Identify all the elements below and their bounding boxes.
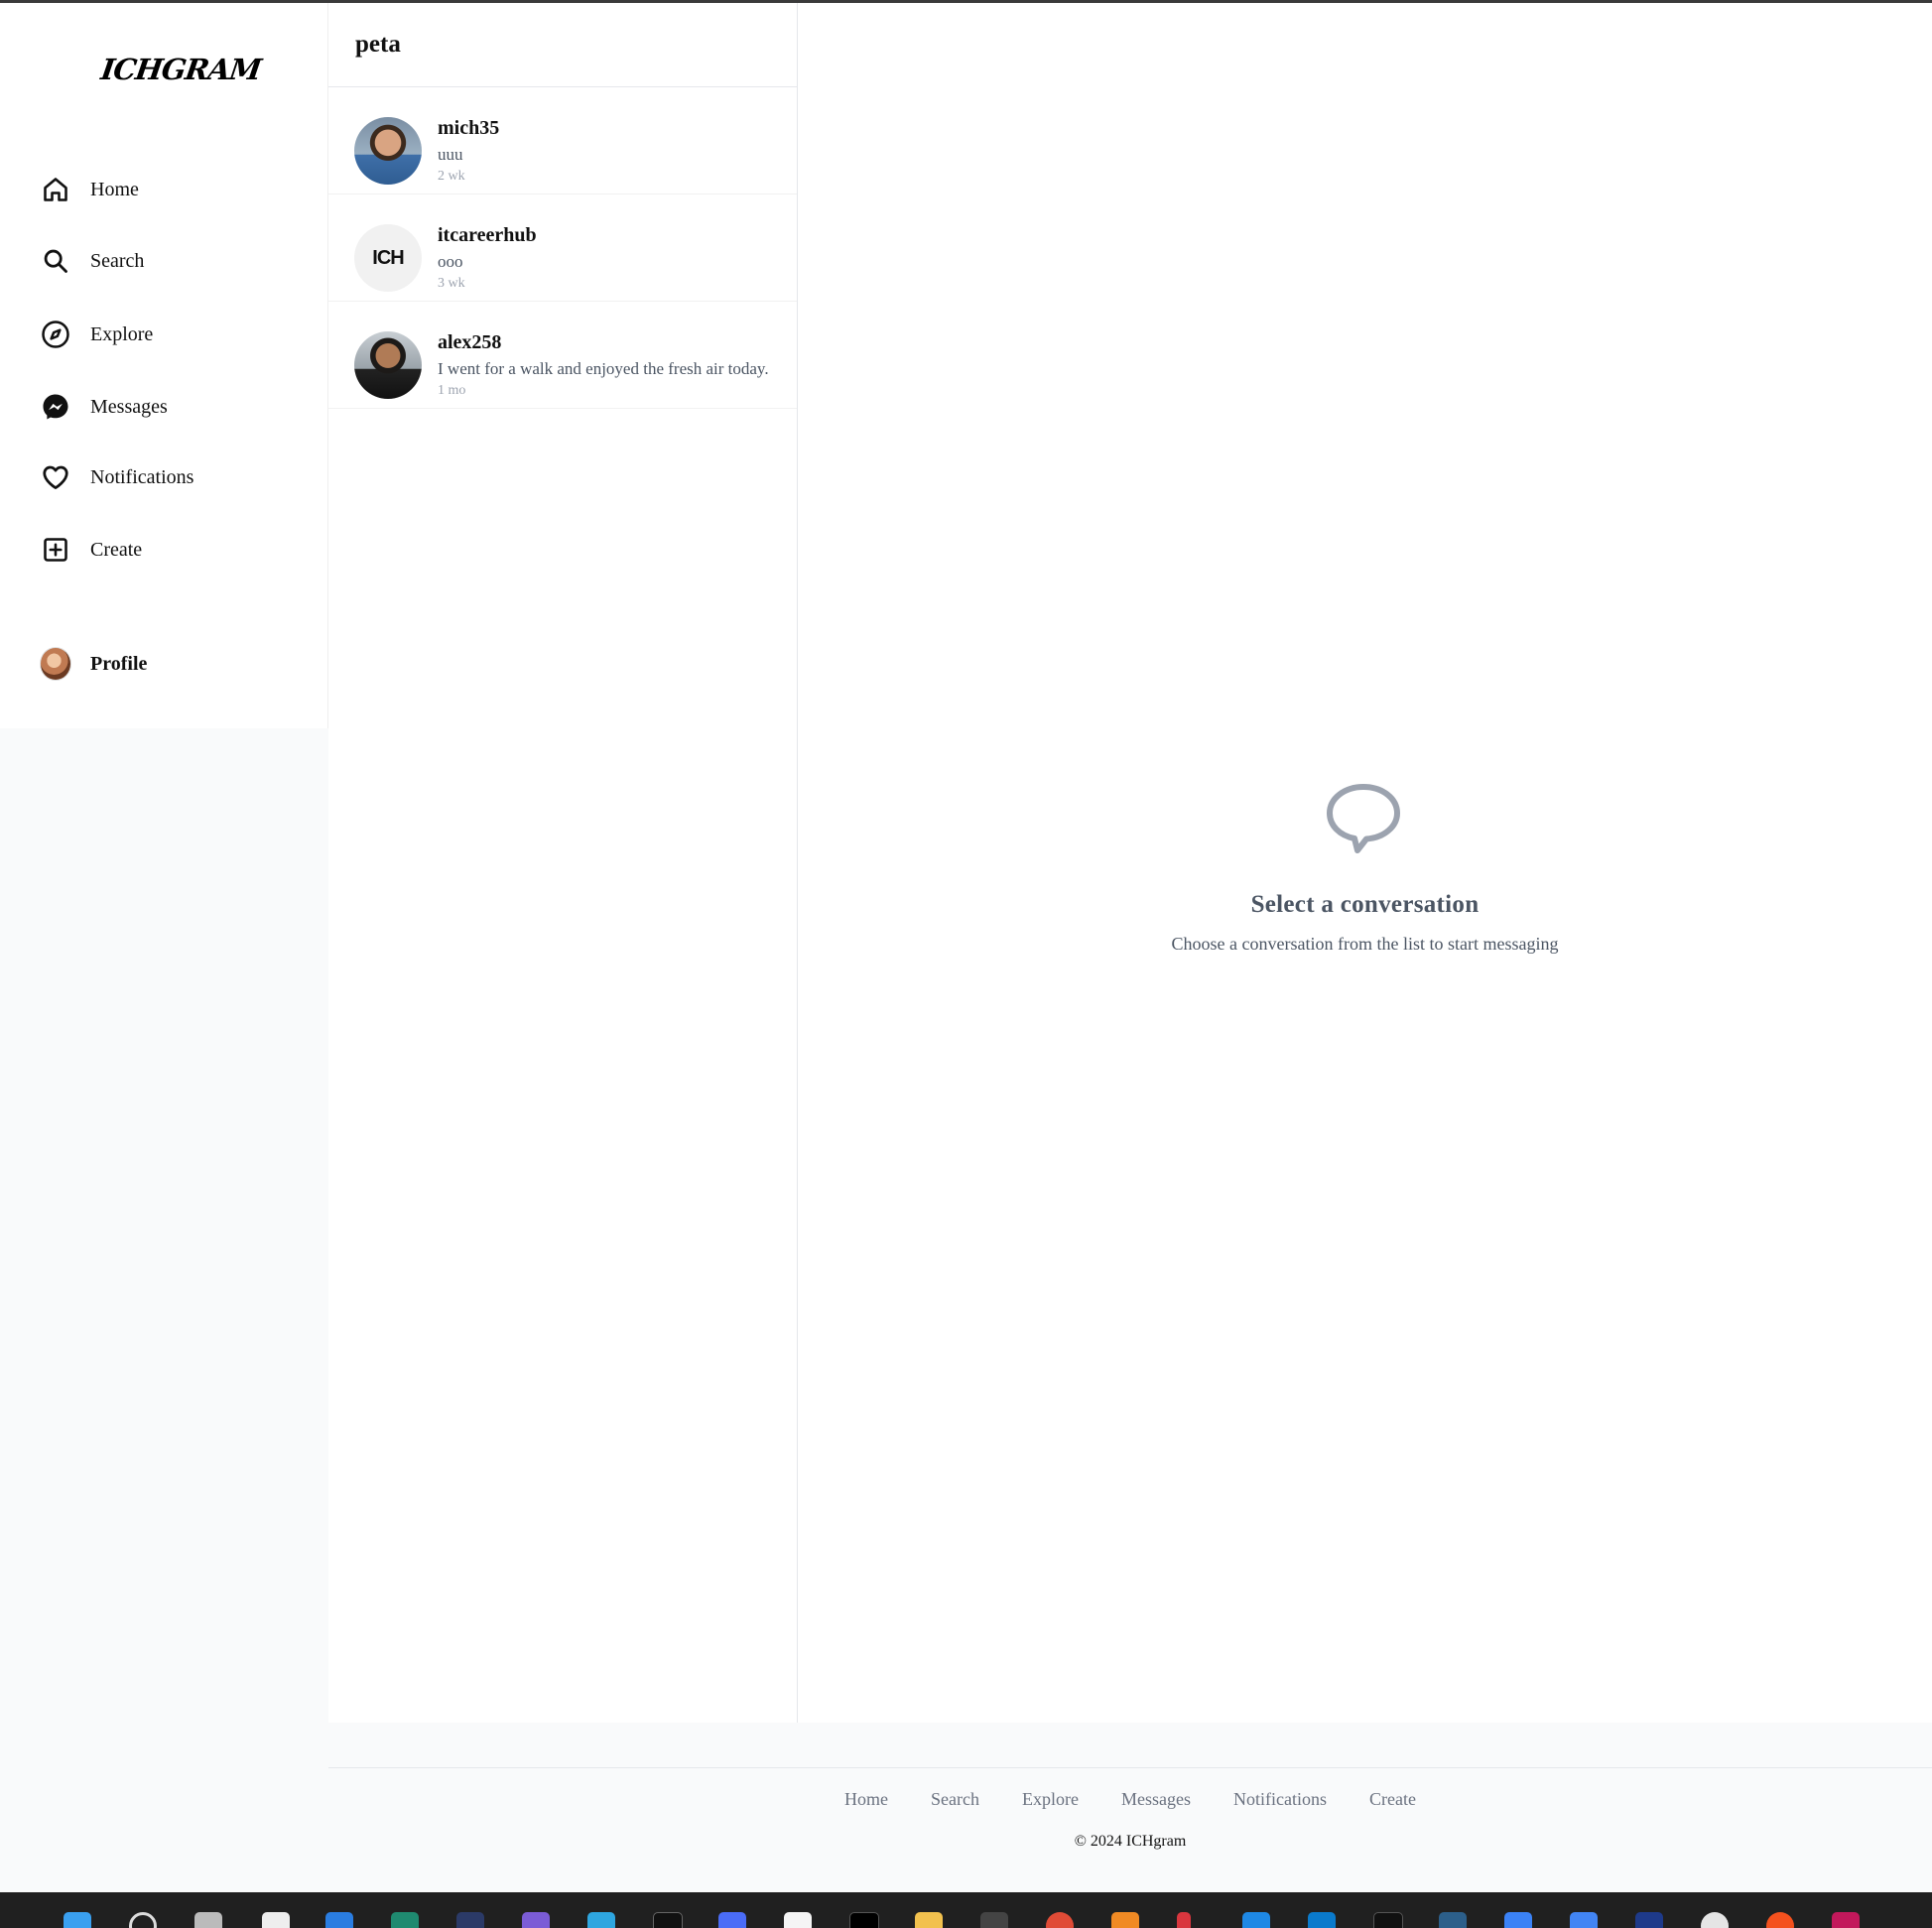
sidebar: ICHGRAM Home Search Explore Messages Not… — [0, 3, 328, 728]
avatar: ICH — [354, 224, 422, 292]
sidebar-item-search[interactable]: Search — [40, 241, 144, 281]
taskbar-app-icon[interactable] — [456, 1912, 484, 1928]
copyright: © 2024 ICHgram — [1074, 1833, 1187, 1850]
taskbar-app-icon[interactable] — [784, 1912, 812, 1928]
conversation-list-panel: peta mich35 uuu 2 wk ICH itcareerhub ooo… — [328, 3, 798, 1723]
compass-icon — [40, 319, 71, 350]
conversation-item-mich35[interactable]: mich35 uuu 2 wk — [328, 87, 797, 194]
footer-link-explore[interactable]: Explore — [1022, 1789, 1079, 1810]
sidebar-item-label: Create — [90, 538, 143, 561]
sidebar-item-label: Profile — [90, 652, 148, 675]
avatar — [354, 117, 422, 185]
conversation-name: itcareerhub — [438, 224, 537, 246]
taskbar-app-icon[interactable] — [653, 1912, 683, 1928]
taskbar-app-icon[interactable] — [325, 1912, 353, 1928]
taskbar-app-icon[interactable] — [1635, 1912, 1663, 1928]
taskbar-app-icon[interactable] — [1570, 1912, 1598, 1928]
conversation-view: Select a conversation Choose a conversat… — [798, 3, 1932, 1723]
taskbar-app-icon[interactable] — [1504, 1912, 1532, 1928]
taskbar-search-icon[interactable] — [129, 1912, 157, 1928]
footer: Home Search Explore Messages Notificatio… — [328, 1767, 1932, 1893]
taskbar-app-icon[interactable] — [522, 1912, 550, 1928]
messenger-icon — [40, 391, 71, 423]
taskbar-app-icon[interactable] — [391, 1912, 419, 1928]
footer-link-notifications[interactable]: Notifications — [1233, 1789, 1327, 1810]
search-icon — [40, 245, 71, 277]
taskbar-app-icon[interactable] — [194, 1912, 222, 1928]
avatar — [354, 331, 422, 399]
footer-nav: Home Search Explore Messages Notificatio… — [328, 1789, 1932, 1810]
sidebar-item-label: Messages — [90, 395, 168, 418]
footer-link-home[interactable]: Home — [844, 1789, 888, 1810]
sidebar-item-home[interactable]: Home — [40, 170, 139, 209]
taskbar-app-icon[interactable] — [1439, 1912, 1467, 1928]
home-icon — [40, 174, 71, 205]
sidebar-item-label: Search — [90, 249, 145, 272]
taskbar-app-icon[interactable] — [1701, 1912, 1729, 1928]
taskbar-app-icon[interactable] — [1766, 1912, 1794, 1928]
profile-avatar — [40, 647, 71, 681]
conversation-time: 2 wk — [438, 169, 465, 184]
conversation-last-message: uuu — [438, 145, 463, 164]
taskbar-app-icon[interactable] — [1242, 1912, 1270, 1928]
taskbar-app-icon[interactable] — [718, 1912, 746, 1928]
sidebar-item-label: Notifications — [90, 465, 194, 488]
current-username: peta — [355, 31, 401, 58]
taskbar-app-icon[interactable] — [849, 1912, 879, 1928]
taskbar-app-icon[interactable] — [1177, 1912, 1191, 1928]
conversation-list-header: peta — [328, 3, 797, 87]
sidebar-item-profile[interactable]: Profile — [40, 644, 147, 684]
footer-link-create[interactable]: Create — [1369, 1789, 1416, 1810]
empty-state-title: Select a conversation — [1250, 891, 1480, 918]
heart-icon — [40, 461, 71, 493]
conversation-last-message: I went for a walk and enjoyed the fresh … — [438, 359, 769, 378]
sidebar-item-label: Home — [90, 178, 139, 200]
chat-bubble-icon — [1324, 782, 1403, 862]
conversation-item-alex258[interactable]: alex258 I went for a walk and enjoyed th… — [328, 302, 797, 409]
plus-square-icon — [40, 534, 71, 566]
conversation-name: alex258 — [438, 331, 502, 353]
sidebar-item-notifications[interactable]: Notifications — [40, 457, 193, 497]
start-icon[interactable] — [64, 1912, 91, 1928]
app-logo[interactable]: ICHGRAM — [99, 53, 263, 86]
conversation-item-itcareerhub[interactable]: ICH itcareerhub ooo 3 wk — [328, 194, 797, 302]
conversation-last-message: ooo — [438, 252, 463, 271]
taskbar-app-icon[interactable] — [262, 1912, 290, 1928]
footer-link-search[interactable]: Search — [931, 1789, 979, 1810]
avatar — [40, 647, 71, 681]
taskbar-app-icon[interactable] — [1046, 1912, 1074, 1928]
footer-link-messages[interactable]: Messages — [1121, 1789, 1191, 1810]
sidebar-item-messages[interactable]: Messages — [40, 387, 168, 427]
taskbar-app-icon[interactable] — [1308, 1912, 1336, 1928]
taskbar-app-icon[interactable] — [915, 1912, 943, 1928]
taskbar-app-icon[interactable] — [1832, 1912, 1860, 1928]
taskbar-app-icon[interactable] — [587, 1912, 615, 1928]
taskbar-app-icon[interactable] — [980, 1912, 1008, 1928]
conversation-name: mich35 — [438, 117, 500, 139]
empty-state-subtitle: Choose a conversation from the list to s… — [1171, 934, 1559, 954]
conversation-time: 1 mo — [438, 383, 466, 398]
sidebar-item-create[interactable]: Create — [40, 530, 142, 570]
sidebar-item-label: Explore — [90, 322, 154, 345]
taskbar-app-icon[interactable] — [1373, 1912, 1403, 1928]
os-taskbar — [0, 1892, 1932, 1928]
conversation-time: 3 wk — [438, 276, 465, 291]
sidebar-item-explore[interactable]: Explore — [40, 315, 153, 354]
taskbar-app-icon[interactable] — [1111, 1912, 1139, 1928]
